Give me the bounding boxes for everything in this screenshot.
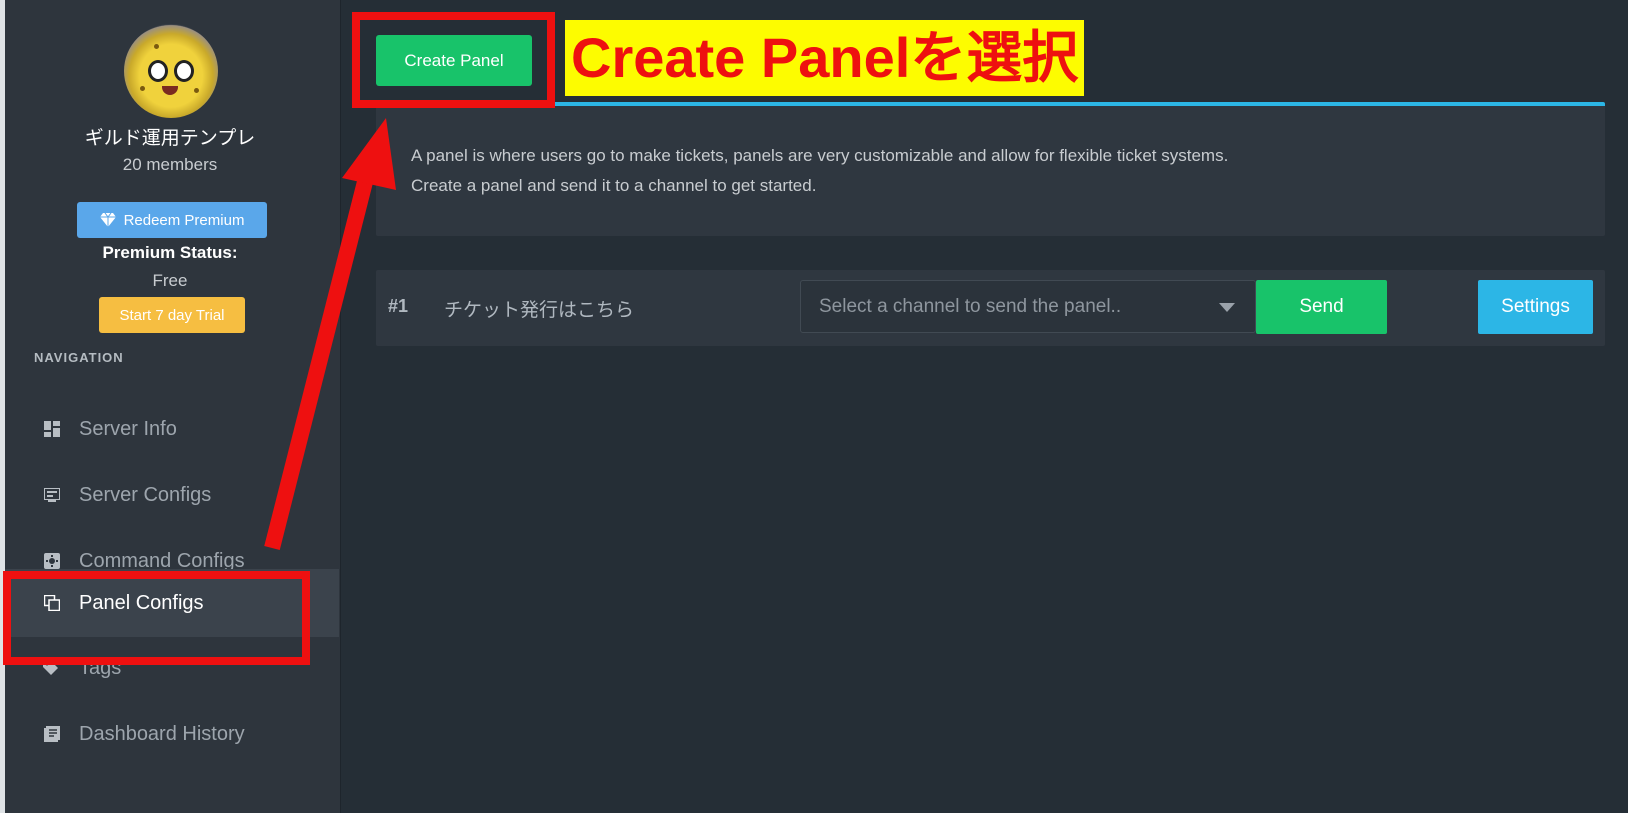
annotation-arrow <box>264 118 396 550</box>
